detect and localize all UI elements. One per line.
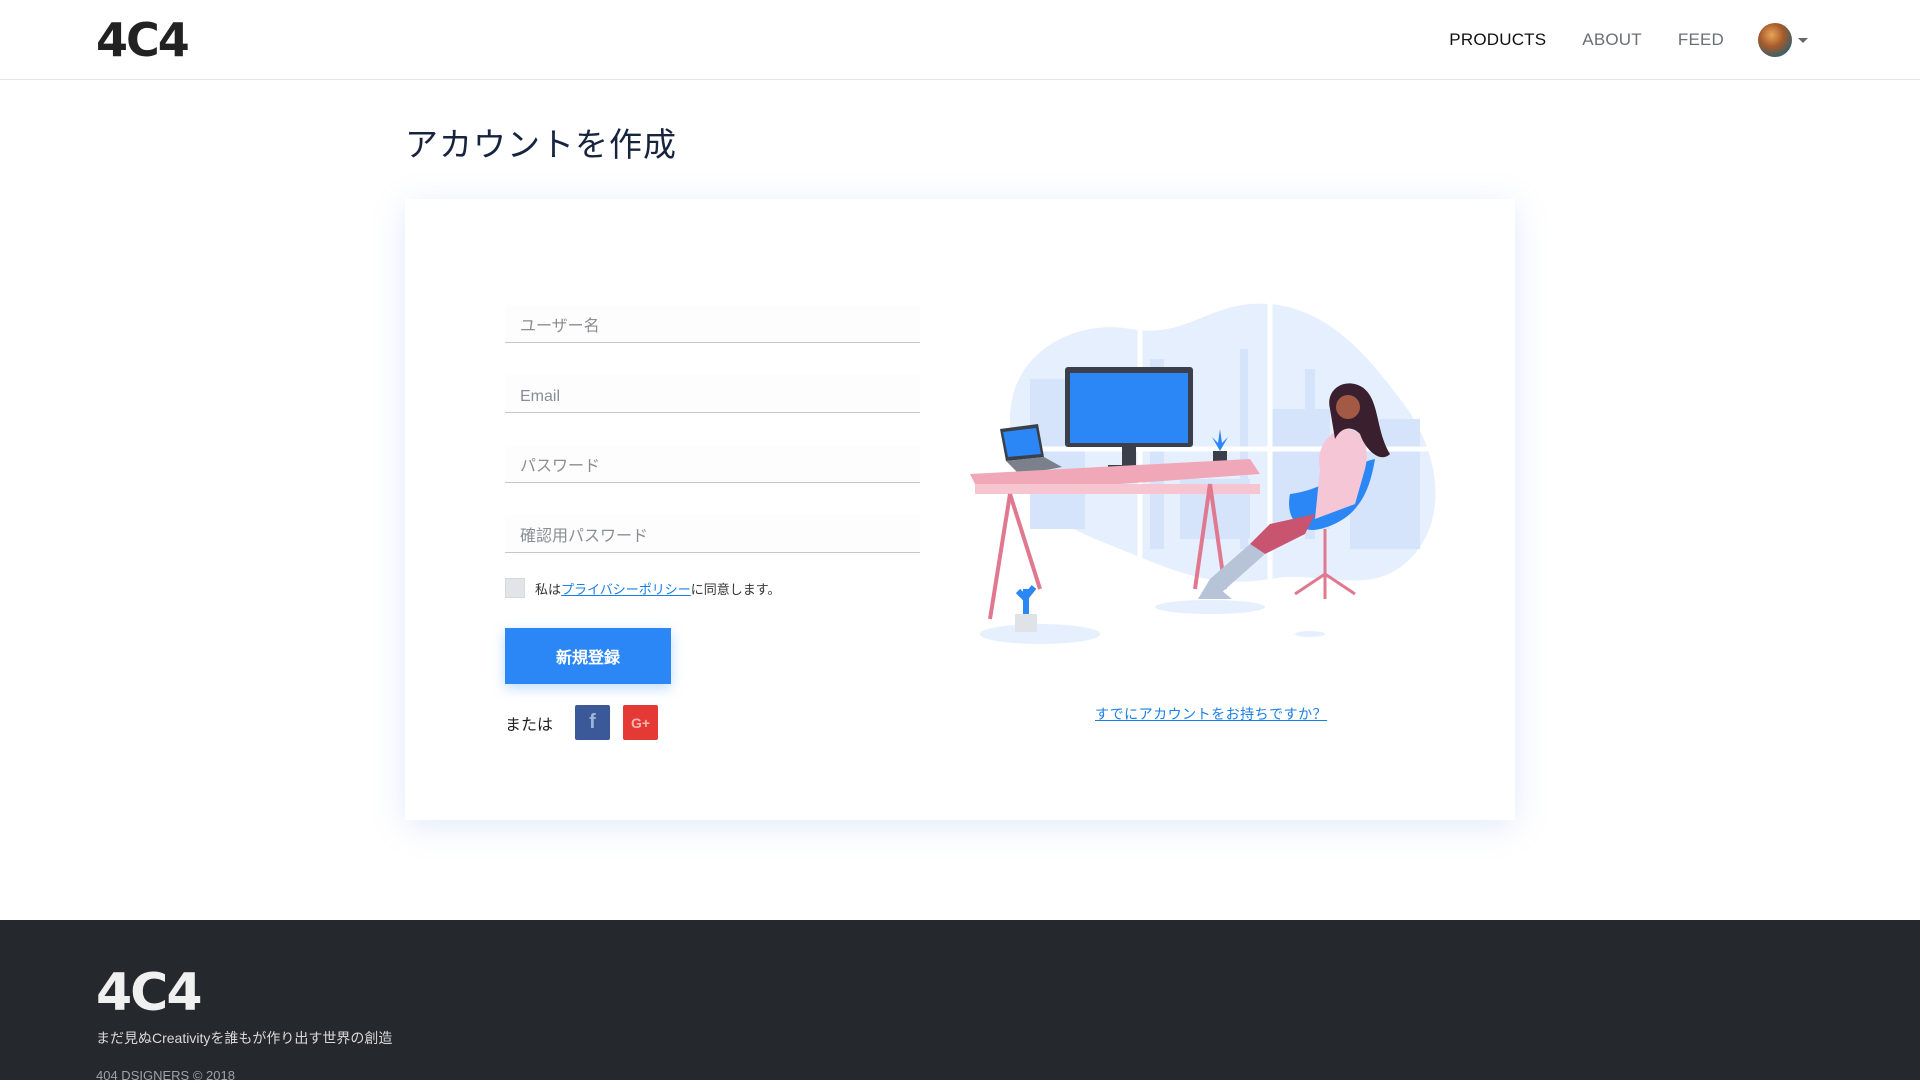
agree-prefix: 私は — [535, 581, 562, 597]
site-footer: 4C4 まだ見ぬCreativityを誰もが作り出す世界の創造 404 DSIG… — [0, 920, 1920, 1083]
user-menu[interactable] — [1758, 23, 1808, 57]
password-field — [505, 445, 920, 483]
workspace-illustration — [970, 289, 1436, 644]
privacy-agreement: 私は プライバシーポリシー に同意します。 — [505, 578, 780, 598]
facebook-icon[interactable]: f — [575, 705, 611, 740]
confirm-password-input[interactable] — [505, 515, 920, 552]
password-input[interactable] — [505, 445, 920, 482]
facebook-glyph: f — [589, 711, 596, 733]
page-title: アカウントを作成 — [405, 126, 677, 163]
social-login: または f G+ — [505, 705, 671, 740]
login-link[interactable]: すでにアカウントをお持ちですか？ — [1095, 704, 1327, 724]
footer-logo: 4C4 — [96, 963, 203, 1023]
confirm-password-field — [505, 515, 920, 553]
footer-tagline: まだ見ぬCreativityを誰もが作り出す世界の創造 — [96, 1030, 393, 1046]
email-input[interactable] — [505, 375, 920, 412]
site-logo[interactable]: 4C4 — [96, 13, 190, 67]
email-field — [505, 375, 920, 413]
google-plus-glyph: G+ — [630, 714, 651, 731]
google-plus-icon[interactable]: G+ — [623, 705, 659, 740]
avatar[interactable] — [1758, 23, 1792, 57]
nav-feed[interactable]: FEED — [1678, 30, 1724, 50]
privacy-policy-link[interactable]: プライバシーポリシー — [561, 579, 691, 598]
footer-copyright: 404 DSIGNERS © 2018 — [96, 1068, 235, 1083]
agree-suffix: に同意します。 — [690, 581, 781, 597]
site-header: 4C4 PRODUCTS ABOUT FEED — [0, 0, 1920, 80]
logo-text: 4C4 — [96, 13, 190, 67]
privacy-checkbox[interactable] — [505, 578, 525, 598]
register-button[interactable]: 新規登録 — [505, 628, 671, 684]
username-field — [505, 305, 920, 343]
signup-card: 私はプライバシーポリシーに同意します。 新規登録 または f G+ — [405, 199, 1515, 820]
nav-products[interactable]: PRODUCTS — [1449, 30, 1546, 50]
or-label: または — [505, 716, 554, 734]
username-input[interactable] — [505, 305, 920, 342]
chevron-down-icon[interactable] — [1798, 37, 1808, 43]
nav-about[interactable]: ABOUT — [1582, 30, 1642, 50]
main-nav: PRODUCTS ABOUT FEED — [1449, 0, 1920, 80]
